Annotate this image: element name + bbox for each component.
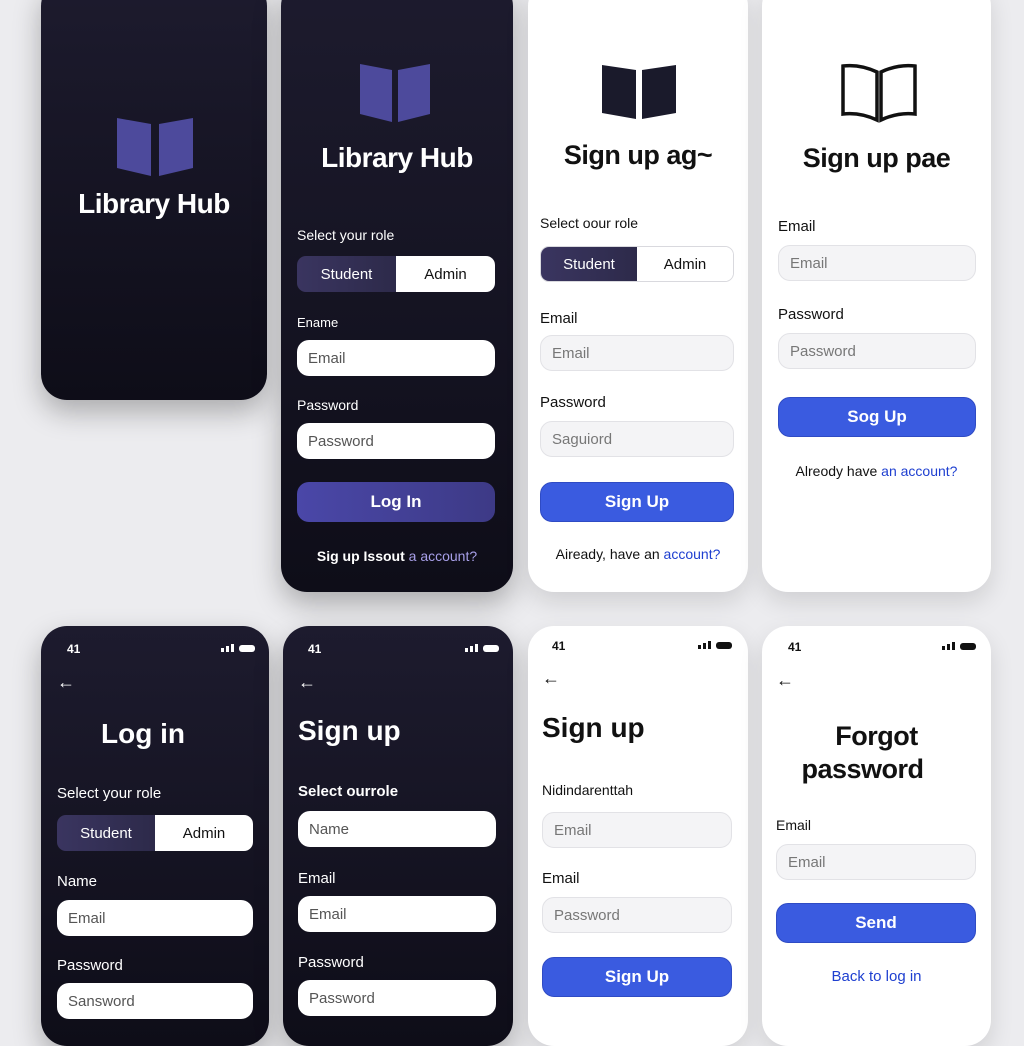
splash-screen: Library Hub [41, 0, 267, 400]
login-screen-top: Library Hub Select your role Student Adm… [281, 0, 513, 592]
open-book-icon [602, 65, 676, 119]
signup-button[interactable]: Sign Up [540, 482, 734, 522]
battery-icon [716, 642, 732, 649]
back-arrow-icon[interactable]: ← [57, 672, 75, 693]
battery-icon [483, 645, 499, 652]
password-label: Password [297, 397, 359, 413]
role-admin-option[interactable]: Admin [637, 247, 733, 281]
password-field[interactable]: Sansword [57, 983, 253, 1019]
login-footer: Aiready, have an account? [528, 546, 748, 562]
signup-screen-a: Sign up ag~ Select oour role Student Adm… [528, 0, 748, 592]
signal-icon [465, 644, 478, 652]
signup-screen-b: Sign up pae Email Email Password Passwor… [762, 0, 991, 592]
page-title: Log in [101, 718, 185, 749]
role-selector: Student Admin [57, 815, 253, 851]
signup-screen-light: 41 ← Sign up Nidindarenttah Email Email … [528, 626, 748, 1046]
signup-screen-dark: 41 ← Sign up Select ourrole Name Email E… [283, 626, 513, 1046]
password-field[interactable]: Password [298, 980, 496, 1016]
login-button[interactable]: Log In [297, 482, 495, 522]
forgot-password-screen: 41 ← Forgot password Email Email Send Ba… [762, 626, 991, 1046]
battery-icon [960, 643, 976, 650]
role-student-option[interactable]: Student [57, 815, 155, 851]
page-title: Sign up [542, 712, 645, 743]
role-label: Select ourrole [298, 783, 399, 800]
email-label: Ename [297, 315, 339, 330]
email-field[interactable]: Email [778, 245, 976, 281]
password-label: Password [778, 306, 844, 323]
app-name: Library Hub [78, 188, 230, 219]
login-link[interactable]: account? [664, 546, 721, 562]
role-student-option[interactable]: Student [541, 247, 637, 281]
role-admin-option[interactable]: Admin [155, 815, 253, 851]
role-label: Select your role [297, 227, 395, 243]
email-field[interactable]: Email [57, 900, 253, 936]
signup-footer: Sig up Issout a account? [281, 548, 513, 564]
footer-text: Aiready, have an [555, 546, 660, 562]
password-field[interactable]: Password [778, 333, 976, 369]
role-label: Select your role [57, 785, 162, 802]
password-label: Password [540, 394, 606, 411]
email-label: Email [542, 870, 580, 887]
email-label: Email [540, 310, 578, 327]
email-field[interactable]: Email [297, 340, 495, 376]
role-student-option[interactable]: Student [297, 256, 396, 292]
signup-button[interactable]: Sog Up [778, 397, 976, 437]
email-field[interactable]: Email [776, 844, 976, 880]
signal-icon [942, 642, 955, 650]
login-link[interactable]: an account? [881, 463, 957, 479]
page-title: Sign up ag~ [563, 140, 713, 170]
name-label: Nidindarenttah [542, 782, 634, 798]
role-selector: Student Admin [297, 256, 495, 292]
email-label: Email [298, 870, 336, 887]
signup-link[interactable]: a account? [409, 548, 478, 564]
password-field[interactable]: Password [297, 423, 495, 459]
email-field[interactable]: Email [542, 812, 732, 848]
open-book-icon [841, 63, 917, 123]
status-time: 41 [308, 642, 322, 656]
login-screen-bottom: 41 ← Log in Select your role Student Adm… [41, 626, 269, 1046]
password-label: Password [57, 957, 123, 974]
title-line-2: password [801, 754, 924, 784]
signal-icon [221, 644, 234, 652]
status-time: 41 [788, 640, 802, 654]
app-name: Library Hub [321, 142, 473, 173]
password-label: Password [298, 954, 364, 971]
open-book-icon [117, 118, 193, 176]
name-label: Name [57, 873, 98, 890]
page-title: Forgot password [762, 720, 991, 786]
send-button[interactable]: Send [776, 903, 976, 943]
password-field[interactable]: Password [542, 897, 732, 933]
back-arrow-icon[interactable]: ← [776, 670, 794, 691]
name-field[interactable]: Name [298, 811, 496, 847]
password-field[interactable]: Saguiord [540, 421, 734, 457]
back-arrow-icon[interactable]: ← [298, 672, 316, 693]
email-field[interactable]: Email [298, 896, 496, 932]
email-label: Email [778, 218, 816, 235]
role-selector: Student Admin [540, 246, 734, 282]
status-time: 41 [67, 642, 81, 656]
back-arrow-icon[interactable]: ← [542, 668, 560, 689]
title-line-1: Forgot [835, 721, 918, 751]
back-to-login-link[interactable]: Back to log in [762, 968, 991, 985]
footer-text: Alreody have [795, 463, 878, 479]
footer-text: Sig up Issout [316, 548, 405, 564]
battery-icon [239, 645, 255, 652]
role-admin-option[interactable]: Admin [396, 256, 495, 292]
login-footer: Alreody have an account? [762, 463, 991, 479]
status-time: 41 [552, 639, 566, 653]
email-label: Email [776, 817, 812, 833]
email-field[interactable]: Email [540, 335, 734, 371]
page-title: Sign up [298, 715, 401, 746]
signal-icon [698, 641, 711, 649]
open-book-icon [360, 64, 430, 122]
page-title: Sign up pae [802, 143, 951, 173]
role-label: Select oour role [540, 215, 639, 231]
signup-button[interactable]: Sign Up [542, 957, 732, 997]
